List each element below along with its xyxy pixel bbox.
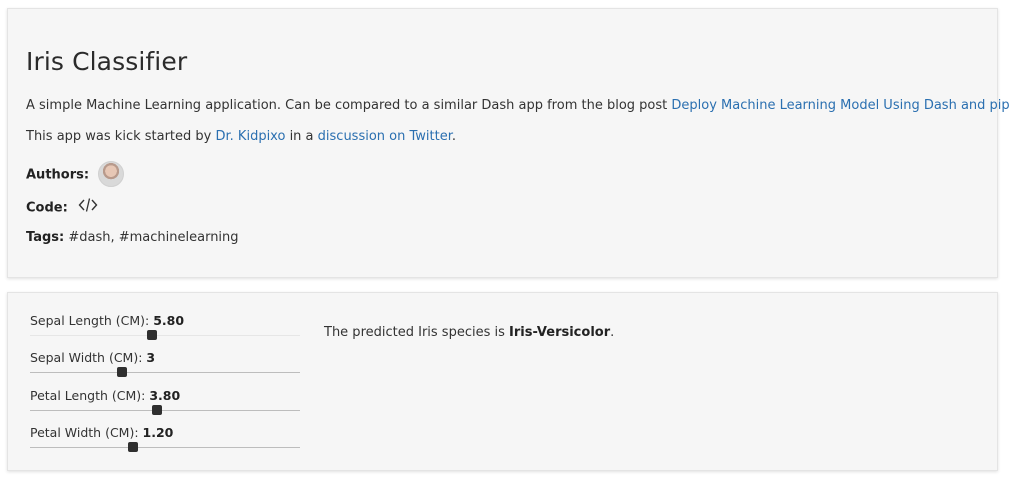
sepal-width-label: Sepal Width (CM): 3 — [30, 350, 300, 365]
kidpixo-link[interactable]: Dr. Kidpixo — [216, 129, 286, 144]
sepal-length-label: Sepal Length (CM): 5.80 — [30, 313, 300, 328]
blog-post-link[interactable]: Deploy Machine Learning Model Using Dash… — [671, 98, 1010, 113]
slider-track[interactable] — [30, 410, 300, 411]
tags-value: #dash, #machinelearning — [64, 230, 239, 245]
prediction-text: The predicted Iris species is — [324, 325, 510, 340]
code-label: Code: — [26, 200, 68, 216]
tags-row: Tags: #dash, #machinelearning — [26, 230, 239, 245]
slider-handle[interactable] — [146, 330, 157, 340]
slider-value: 3 — [146, 350, 156, 365]
slider-handle[interactable] — [127, 442, 138, 452]
prediction-output: The predicted Iris species is Iris-Versi… — [324, 325, 614, 340]
header-card: Iris Classifier A simple Machine Learnin… — [7, 8, 1010, 278]
controls-card: Sepal Length (CM): 5.80 Sepal Width (CM)… — [7, 292, 998, 471]
author-avatar[interactable] — [98, 161, 125, 187]
code-icon[interactable] — [78, 197, 98, 217]
authors-row: Authors: — [26, 161, 125, 188]
slider-handle[interactable] — [151, 405, 162, 415]
kickstart-middle-text: in a — [285, 129, 318, 144]
page-title: Iris Classifier — [26, 47, 188, 76]
slider-handle[interactable] — [116, 367, 127, 377]
twitter-discussion-link[interactable]: discussion on Twitter — [318, 129, 452, 144]
petal-width-label: Petal Width (CM): 1.20 — [30, 425, 300, 440]
kickstart-note: This app was kick started by Dr. Kidpixo… — [26, 129, 456, 144]
sepal-length-slider-group: Sepal Length (CM): 5.80 — [30, 313, 300, 340]
kickstart-text: This app was kick started by — [26, 129, 216, 144]
slider-label-text: Sepal Width (CM): — [30, 350, 147, 365]
code-row: Code: — [26, 198, 98, 218]
sepal-width-slider-group: Sepal Width (CM): 3 — [30, 350, 300, 377]
slider-value: 5.80 — [153, 313, 185, 328]
kickstart-suffix: . — [451, 129, 457, 144]
slider-label-text: Sepal Length (CM): — [30, 313, 154, 328]
petal-width-slider-group: Petal Width (CM): 1.20 — [30, 425, 300, 452]
description-text: A simple Machine Learning application. C… — [26, 98, 672, 113]
slider-track[interactable] — [30, 447, 300, 448]
app-description: A simple Machine Learning application. C… — [26, 98, 1010, 113]
slider-value: 3.80 — [149, 388, 181, 403]
predicted-species: Iris-Versicolor — [509, 325, 611, 340]
petal-length-slider-group: Petal Length (CM): 3.80 — [30, 388, 300, 415]
slider-track[interactable] — [30, 372, 300, 373]
petal-length-label: Petal Length (CM): 3.80 — [30, 388, 300, 403]
slider-label-text: Petal Width (CM): — [30, 425, 143, 440]
authors-label: Authors: — [26, 167, 90, 183]
slider-track[interactable] — [30, 335, 300, 336]
slider-value: 1.20 — [142, 425, 174, 440]
slider-label-text: Petal Length (CM): — [30, 388, 150, 403]
tags-label: Tags: — [26, 230, 65, 245]
prediction-suffix: . — [610, 325, 615, 340]
